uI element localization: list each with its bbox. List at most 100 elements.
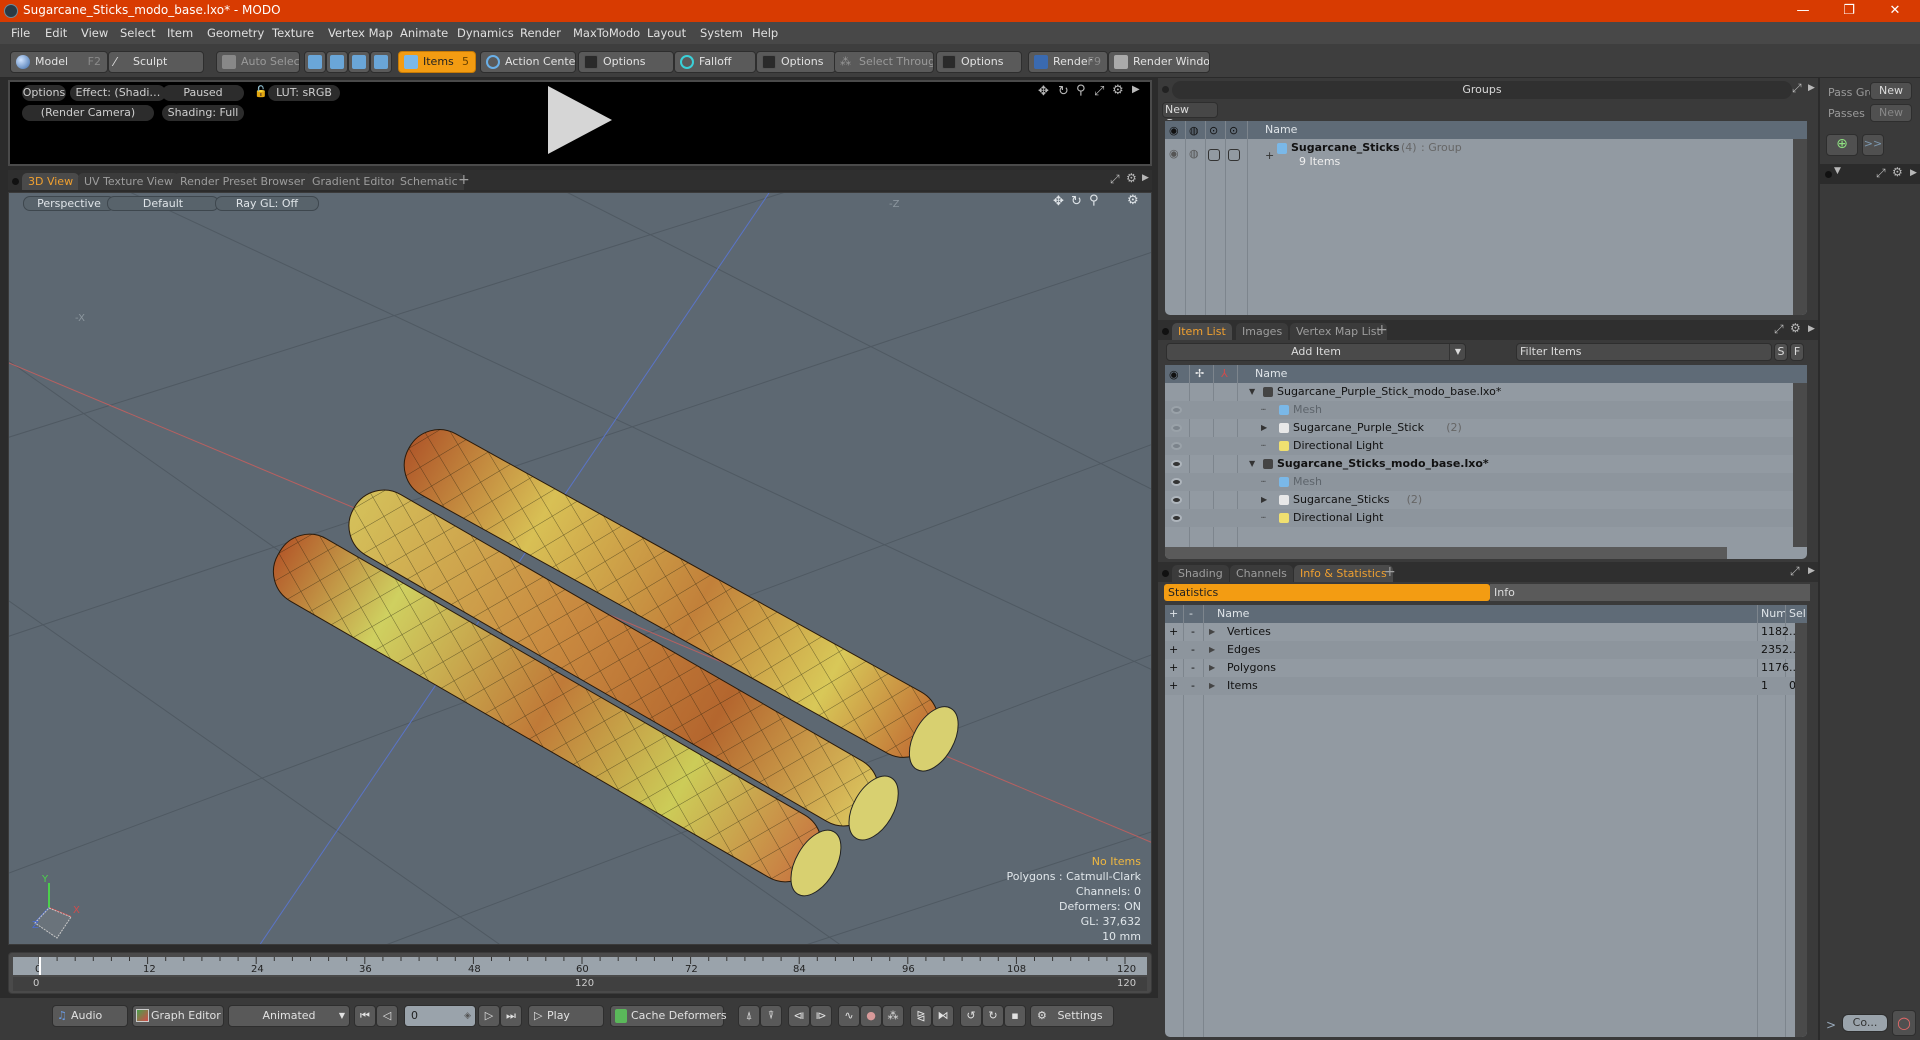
timeline[interactable]: 0 12 24 36 48 60 72 84 96 108 120 0 120 …	[8, 952, 1152, 994]
expand-arrow-icon[interactable]: ▶	[1209, 623, 1215, 641]
item-list-hscrollbar[interactable]	[1165, 547, 1727, 559]
visibility-eye-icon[interactable]	[1171, 460, 1182, 468]
key-options-button[interactable]: ⁂	[882, 1005, 904, 1027]
select-polygons-button[interactable]	[348, 51, 370, 73]
menu-help[interactable]: Help	[752, 26, 778, 40]
row-collapse-button[interactable]: -	[1191, 623, 1195, 641]
item-list-scrollbar[interactable]	[1793, 383, 1807, 547]
maximize-icon[interactable]: ⤢	[1774, 322, 1784, 337]
select-vertices-button[interactable]	[304, 51, 326, 73]
groups-scrollbar[interactable]	[1793, 139, 1807, 315]
zoom-icon[interactable]: ⚲	[1089, 193, 1099, 208]
set-key-button[interactable]: ●	[860, 1005, 882, 1027]
gear-icon[interactable]: ⚙	[1127, 193, 1139, 208]
graph-editor-button[interactable]: Graph Editor	[132, 1005, 224, 1027]
group-row[interactable]: ◉ ◍ + Sugarcane_Sticks (4) : Group 9 Ite…	[1165, 141, 1793, 173]
tab-images[interactable]: Images	[1236, 323, 1289, 340]
expand-arrow-icon[interactable]: ▶	[1209, 659, 1215, 677]
maximize-icon[interactable]: ⤢	[1790, 564, 1800, 579]
tab-3d-view[interactable]: 3D View	[22, 173, 80, 190]
menu-view[interactable]: View	[81, 26, 108, 40]
expand-all-column[interactable]: +	[1169, 605, 1178, 623]
select-materials-button[interactable]	[370, 51, 392, 73]
filter-f-button[interactable]: F	[1790, 343, 1804, 361]
raygl-dropdown[interactable]: Ray GL: Off	[215, 196, 319, 211]
menu-geometry[interactable]: Geometry	[207, 26, 264, 40]
gear-icon[interactable]: ⚙	[1892, 165, 1903, 179]
lock-checkbox[interactable]	[1208, 149, 1220, 161]
next-key-button-left[interactable]: ⧐	[810, 1005, 832, 1027]
playhead[interactable]	[39, 957, 41, 975]
menu-render[interactable]: Render	[520, 26, 561, 40]
record-macro-button[interactable]: ○	[1892, 1010, 1916, 1036]
animation-mode-dropdown[interactable]: Animated ▼	[228, 1005, 350, 1027]
3d-viewport[interactable]: Y X Z -Z -X Perspective Default Ray GL: …	[8, 192, 1152, 945]
expand-plus-icon[interactable]: +	[1265, 149, 1274, 162]
render-toggle-icon[interactable]: ◍	[1189, 147, 1199, 160]
visibility-eye-icon[interactable]	[1171, 496, 1182, 504]
key-forward-button[interactable]: ⧑	[932, 1005, 954, 1027]
row-expand-button[interactable]: +	[1169, 623, 1178, 641]
render-camera-dropdown[interactable]: (Render Camera)	[22, 105, 154, 121]
play-button[interactable]: ▷ Play	[528, 1005, 604, 1027]
frame-stepper-icon[interactable]: ◈	[464, 1006, 471, 1026]
rotate-icon[interactable]: ↻	[1058, 84, 1069, 99]
filter-items-input[interactable]: Filter Items	[1516, 343, 1772, 361]
menu-layout[interactable]: Layout	[647, 26, 686, 40]
close-button[interactable]: ✕	[1872, 0, 1918, 22]
select-through-options-button[interactable]: Options	[936, 51, 1022, 73]
maximize-icon[interactable]: ⤢	[1876, 166, 1886, 181]
command-input[interactable]: Co...	[1842, 1014, 1888, 1032]
sculpt-mode-button[interactable]: ⁄ Sculpt	[108, 51, 204, 73]
collapse-arrow-icon[interactable]: ▼	[1249, 455, 1255, 473]
maximize-icon[interactable]: ⤢	[1110, 172, 1120, 187]
menu-item[interactable]: Item	[167, 26, 193, 40]
gear-icon[interactable]: ⚙	[1790, 321, 1801, 335]
item-list-row[interactable]: ▼ Sugarcane_Purple_Stick_modo_base.lxo*	[1165, 383, 1807, 401]
preview-effect-dropdown[interactable]: Effect: (Shadi…	[70, 85, 166, 101]
gear-icon[interactable]: ⚙	[1126, 171, 1137, 185]
tab-vertex-map-list[interactable]: Vertex Map List	[1290, 323, 1387, 340]
expand-arrow-icon[interactable]: ▶	[1808, 324, 1815, 334]
shading-dropdown[interactable]: Shading: Full	[162, 105, 244, 121]
statistics-row[interactable]: + - Items 1 0 ▶	[1165, 677, 1807, 695]
collapse-arrow-icon[interactable]: ▼	[1249, 383, 1255, 401]
play-preview-icon[interactable]	[548, 86, 612, 154]
item-list-row[interactable]: ┄ Directional Light	[1165, 437, 1807, 455]
expand-arrow-icon[interactable]: ▶	[1132, 84, 1140, 95]
chevron-down-icon[interactable]: ▼	[1448, 344, 1461, 360]
statistics-scrollbar[interactable]	[1795, 623, 1807, 1037]
falloff-options-button[interactable]: Options	[756, 51, 836, 73]
maximize-button[interactable]: ❐	[1826, 0, 1872, 22]
item-list-row[interactable]: ┄ Mesh	[1165, 401, 1807, 419]
timeline-ruler[interactable]: 0 12 24 36 48 60 72 84 96 108 120	[13, 957, 1147, 975]
tab-item-list[interactable]: Item List	[1172, 323, 1232, 340]
timeline-range-bar[interactable]: 0 120 120	[13, 977, 1147, 991]
row-expand-button[interactable]: +	[1169, 659, 1178, 677]
axis-column-icon[interactable]: ⅄	[1221, 365, 1228, 383]
view-style-dropdown[interactable]: Default	[107, 196, 219, 211]
item-list-row[interactable]: ▶ Sugarcane_Sticks (2)	[1165, 491, 1807, 509]
tab-shading[interactable]: Shading	[1172, 565, 1229, 582]
render-button[interactable]: Render F9	[1028, 51, 1108, 73]
audio-button[interactable]: ♫ Audio	[52, 1005, 128, 1027]
bounce-button[interactable]: ↻	[982, 1005, 1004, 1027]
maximize-icon[interactable]: ⤢	[1792, 81, 1802, 96]
menu-system[interactable]: System	[700, 26, 743, 40]
pan-icon[interactable]: ✥	[1038, 84, 1049, 99]
menu-texture[interactable]: Texture	[272, 26, 314, 40]
menu-file[interactable]: File	[11, 26, 30, 40]
select-edges-button[interactable]	[326, 51, 348, 73]
lut-dropdown[interactable]: LUT: sRGB	[268, 85, 340, 101]
expand-arrow-icon[interactable]: ▶	[1808, 566, 1815, 576]
add-tab-icon[interactable]: +	[458, 172, 470, 188]
add-tab-icon[interactable]: +	[1384, 564, 1396, 580]
go-to-start-button[interactable]: ⏮	[354, 1005, 376, 1027]
key-down-button[interactable]: ⍒	[760, 1005, 782, 1027]
menu-edit[interactable]: Edit	[45, 26, 67, 40]
tab-channels[interactable]: Channels	[1230, 565, 1293, 582]
row-expand-button[interactable]: +	[1169, 641, 1178, 659]
add-item-button[interactable]: Add Item ▼	[1166, 343, 1466, 361]
visibility-eye-icon[interactable]	[1171, 478, 1182, 486]
key-back-button[interactable]: ⧎	[910, 1005, 932, 1027]
